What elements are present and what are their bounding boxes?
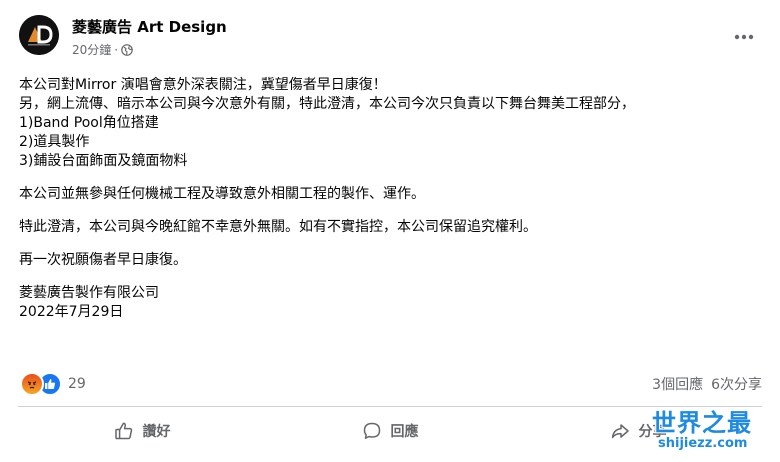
post-paragraph: 特此澄清，本公司與今晚紅館不幸意外無關。如有不實指控，本公司保留追究權利。 [19, 219, 537, 235]
post-paragraph: 再一次祝願傷者早日康復。 [19, 252, 187, 268]
post-date: 2022年7月29日 [19, 304, 124, 320]
engagement-stats: 3個回應 6次分享 [652, 374, 762, 394]
watermark-title: 世界之最 [652, 409, 752, 437]
globe-icon[interactable] [121, 43, 133, 56]
post-list-item: 1)Band Pool角位搭建 [19, 115, 159, 131]
more-options-button[interactable] [726, 22, 762, 52]
angry-reaction-icon [20, 372, 44, 396]
post-line-intro: 本公司對Mirror 演唱會意外深表關注，冀望傷者早日康復！ [19, 77, 387, 93]
post-paragraph: 本公司並無參與任何機械工程及導致意外相關工程的製作、運作。 [19, 186, 425, 202]
comment-button[interactable]: 回應 [266, 412, 514, 450]
site-watermark: 世界之最 shijiezz.com [652, 403, 776, 459]
post-author[interactable]: 菱藝廣告 Art Design [72, 16, 227, 37]
like-label: 讚好 [142, 424, 171, 440]
post-action-bar: 讚好 回應 分享 [18, 412, 762, 450]
post-timestamp[interactable]: 20分鐘 [72, 41, 111, 58]
comment-label: 回應 [390, 424, 419, 440]
watermark-url: shijiezz.com [658, 436, 748, 451]
action-divider [18, 406, 762, 407]
post-line-clarify: 另，網上流傳、暗示本公司與今次意外有關，特此澄清，本公司今次只負責以下舞台舞美工… [19, 96, 635, 112]
comment-icon [363, 422, 380, 439]
post-list-item: 2)道具製作 [19, 134, 90, 150]
share-arrow-icon [611, 424, 629, 439]
facebook-post: 菱藝廣告 Art Design 20分鐘 · 本公司對Mirror 演唱會意外深… [0, 0, 780, 462]
art-design-logo-icon [19, 15, 59, 55]
more-horizontal-icon [734, 34, 754, 40]
reactions-summary[interactable]: 29 [20, 372, 86, 396]
post-signature: 菱藝廣告製作有限公司 [19, 285, 159, 301]
post-meta: 20分鐘 · [72, 41, 133, 58]
thumbs-up-icon [114, 422, 132, 440]
comments-count[interactable]: 3個回應 [652, 374, 703, 394]
page-avatar[interactable] [19, 15, 59, 55]
shares-count[interactable]: 6次分享 [711, 374, 762, 394]
reaction-count: 29 [68, 376, 86, 392]
post-list-item: 3)鋪設台面飾面及鏡面物料 [19, 153, 188, 169]
meta-separator: · [114, 42, 119, 57]
like-button[interactable]: 讚好 [18, 412, 266, 450]
post-content: 本公司對Mirror 演唱會意外深表關注，冀望傷者早日康復！ 另，網上流傳、暗示… [19, 76, 764, 322]
